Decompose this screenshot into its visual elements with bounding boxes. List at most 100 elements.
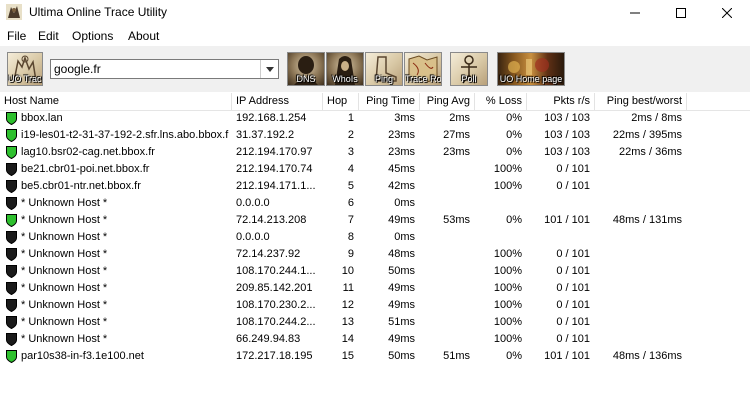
loss-cell	[475, 229, 522, 246]
column-ping-time[interactable]: Ping Time	[359, 93, 420, 110]
loss-cell: 100%	[493, 333, 522, 345]
host-name-cell: be21.cbr01-poi.net.bbox.fr	[21, 163, 150, 175]
ping-avg-cell: 51ms	[443, 350, 470, 362]
host-name-cell: par10s38-in-f3.1e100.net	[21, 350, 144, 362]
table-row[interactable]: * Unknown Host * 108.170.230.2... 12 49ms 10…	[0, 297, 750, 314]
menu-edit[interactable]: Edit	[38, 29, 59, 43]
toolbar: UO Trace DNS WhoIs Ping Trace Route	[0, 46, 750, 92]
table-row[interactable]: * Unknown Host * 0.0.0.0 6 0ms	[0, 195, 750, 212]
ping-time-cell: 0ms	[394, 197, 415, 209]
table-row[interactable]: be21.cbr01-poi.net.bbox.fr 212.194.170.74…	[0, 161, 750, 178]
ip-address-cell: 0.0.0.0	[236, 197, 270, 209]
host-input[interactable]	[51, 60, 262, 78]
minimize-button[interactable]	[612, 0, 658, 26]
ping-avg-cell	[420, 331, 470, 348]
ping-best-worst-cell	[595, 280, 682, 297]
ping-best-worst-cell	[595, 178, 682, 195]
host-name-cell: * Unknown Host *	[21, 248, 108, 260]
chevron-down-icon[interactable]	[260, 60, 278, 78]
table-row[interactable]: par10s38-in-f3.1e100.net 172.217.18.195 15…	[0, 348, 750, 365]
loss-cell: 100%	[493, 282, 522, 294]
ping-best-worst-cell: 2ms / 8ms	[631, 112, 682, 124]
column-loss[interactable]: % Loss	[475, 93, 527, 110]
host-name-cell: * Unknown Host *	[21, 333, 108, 345]
ping-best-worst-cell	[595, 195, 682, 212]
ping-avg-cell: 2ms	[449, 112, 470, 124]
table-row[interactable]: * Unknown Host * 66.249.94.83 14 49ms 100% 0 …	[0, 331, 750, 348]
pkts-cell: 103 / 103	[544, 112, 590, 124]
ping-time-cell: 45ms	[388, 163, 415, 175]
column-host-name[interactable]: Host Name	[0, 93, 232, 110]
dns-button[interactable]: DNS	[287, 52, 325, 86]
hop-cell: 13	[341, 316, 354, 328]
close-button[interactable]	[704, 0, 750, 26]
ip-address-cell: 108.170.230.2...	[236, 299, 316, 311]
menu-bar: File Edit Options About	[0, 26, 750, 46]
table-row[interactable]: * Unknown Host * 72.14.213.208 7 49ms 53ms 0%…	[0, 212, 750, 229]
poll-button[interactable]: Poll	[450, 52, 488, 86]
ping-best-worst-cell	[595, 229, 682, 246]
hop-cell: 2	[347, 129, 354, 141]
ping-time-cell: 50ms	[388, 265, 415, 277]
black-shield-icon	[6, 282, 17, 295]
table-row[interactable]: * Unknown Host * 72.14.237.92 9 48ms 100% 0 /…	[0, 246, 750, 263]
loss-cell: 0%	[506, 112, 522, 124]
pkts-cell: 0 / 101	[556, 316, 590, 328]
pkts-cell	[527, 195, 590, 212]
ping-avg-cell	[420, 229, 470, 246]
host-combobox[interactable]	[50, 59, 279, 79]
host-name-cell: be5.cbr01-ntr.net.bbox.fr	[21, 180, 141, 192]
ip-address-cell: 0.0.0.0	[236, 231, 270, 243]
ping-time-cell: 49ms	[388, 214, 415, 226]
ping-time-cell: 23ms	[388, 129, 415, 141]
ping-best-worst-cell	[595, 297, 682, 314]
pkts-cell: 0 / 101	[556, 299, 590, 311]
ip-address-cell: 172.217.18.195	[236, 350, 313, 362]
menu-options[interactable]: Options	[72, 29, 113, 43]
loss-cell: 100%	[493, 265, 522, 277]
ping-time-cell: 23ms	[388, 146, 415, 158]
maximize-button[interactable]	[658, 0, 704, 26]
host-name-cell: * Unknown Host *	[21, 265, 108, 277]
ping-avg-cell	[420, 280, 470, 297]
table-row[interactable]: lag10.bsr02-cag.net.bbox.fr 212.194.170.9…	[0, 144, 750, 161]
column-ping-best-worst[interactable]: Ping best/worst	[595, 93, 687, 110]
uo-home-page-button[interactable]: UO Home page	[497, 52, 565, 86]
ping-time-cell: 49ms	[388, 333, 415, 345]
table-row[interactable]: i19-les01-t2-31-37-192-2.sfr.lns.abo.bbo…	[0, 127, 750, 144]
ping-avg-cell	[420, 195, 470, 212]
column-ip-address[interactable]: IP Address	[232, 93, 323, 110]
whois-button[interactable]: WhoIs	[326, 52, 364, 86]
ip-address-cell: 31.37.192.2	[236, 129, 295, 141]
ping-button[interactable]: Ping	[365, 52, 403, 86]
ping-avg-cell	[420, 297, 470, 314]
trace-route-button[interactable]: Trace Route	[404, 52, 442, 86]
hop-cell: 6	[347, 197, 354, 209]
table-row[interactable]: * Unknown Host * 209.85.142.201 11 49ms 100%…	[0, 280, 750, 297]
green-shield-icon	[6, 129, 17, 142]
loss-cell: 0%	[506, 146, 522, 158]
pkts-cell: 101 / 101	[544, 350, 590, 362]
ip-address-cell: 72.14.237.92	[236, 248, 301, 260]
ping-avg-cell	[420, 178, 470, 195]
hop-cell: 8	[347, 231, 354, 243]
column-ping-avg[interactable]: Ping Avg	[420, 93, 475, 110]
uo-trace-button[interactable]: UO Trace	[7, 52, 43, 86]
menu-about[interactable]: About	[128, 29, 159, 43]
table-row[interactable]: * Unknown Host * 0.0.0.0 8 0ms	[0, 229, 750, 246]
menu-file[interactable]: File	[7, 29, 26, 43]
column-hop[interactable]: Hop	[323, 93, 359, 110]
loss-cell: 100%	[493, 299, 522, 311]
table-row[interactable]: * Unknown Host * 108.170.244.1... 10 50ms 10…	[0, 263, 750, 280]
pkts-cell: 0 / 101	[556, 282, 590, 294]
ping-best-worst-cell: 48ms / 131ms	[612, 214, 682, 226]
column-pkts[interactable]: Pkts r/s	[527, 93, 595, 110]
hop-cell: 11	[342, 282, 354, 294]
table-row[interactable]: * Unknown Host * 108.170.244.2... 13 51ms 10…	[0, 314, 750, 331]
title-bar[interactable]: Ultima Online Trace Utility	[0, 0, 750, 26]
black-shield-icon	[6, 231, 17, 244]
table-row[interactable]: be5.cbr01-ntr.net.bbox.fr 212.194.171.1..…	[0, 178, 750, 195]
ping-time-cell: 49ms	[388, 299, 415, 311]
close-icon	[721, 7, 733, 19]
table-row[interactable]: bbox.lan 192.168.1.254 1 3ms 2ms 0% 103 / 103 2…	[0, 110, 750, 127]
